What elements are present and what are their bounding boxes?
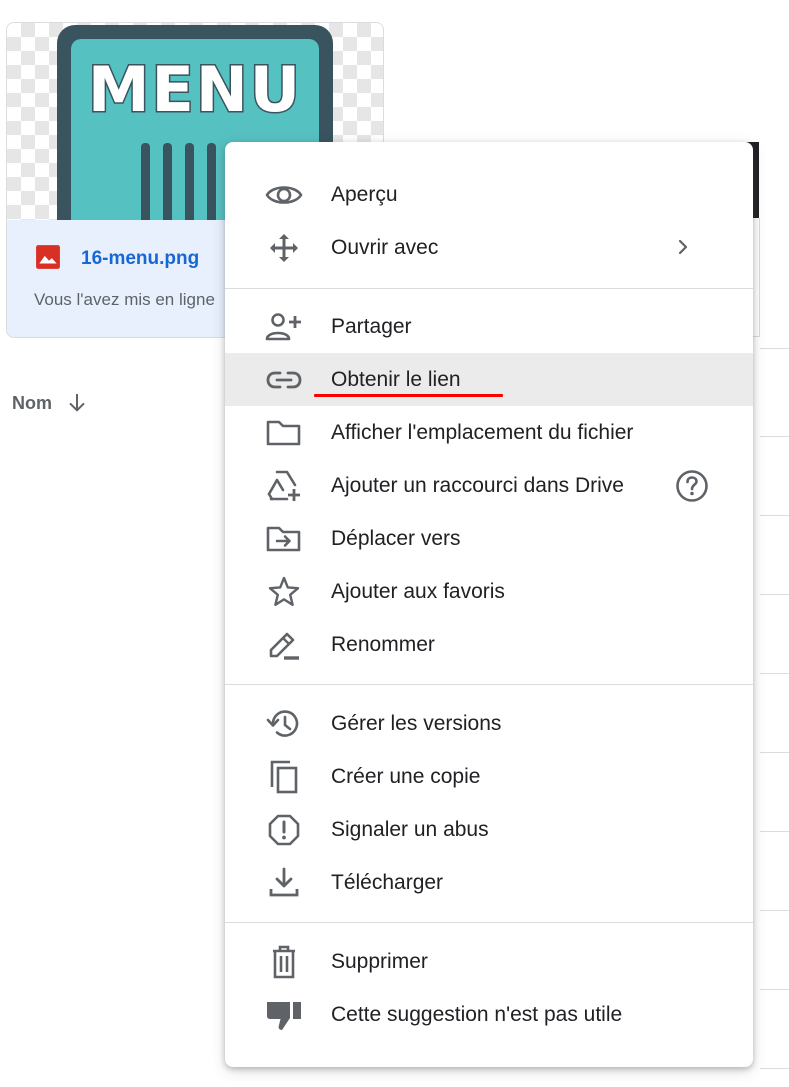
menu-item-manage-versions[interactable]: Gérer les versions [225, 697, 753, 750]
menu-image-text: MENU [86, 52, 303, 128]
thumb-down-icon [265, 1000, 303, 1030]
menu-item-label: Renommer [331, 633, 435, 656]
menu-item-open-with[interactable]: Ouvrir avec [225, 221, 753, 274]
image-file-icon [36, 245, 60, 269]
menu-item-rename[interactable]: Renommer [225, 618, 753, 671]
chevron-right-icon [678, 239, 688, 255]
help-icon[interactable] [675, 469, 709, 503]
drive-shortcut-icon [265, 470, 303, 501]
pencil-icon [265, 630, 303, 660]
folder-icon [265, 418, 303, 448]
menu-item-add-shortcut[interactable]: Ajouter un raccourci dans Drive [225, 459, 753, 512]
menu-item-label: Aperçu [331, 183, 398, 206]
annotation-underline [314, 394, 503, 397]
history-icon [265, 709, 303, 739]
column-name-header[interactable]: Nom [12, 393, 52, 414]
menu-item-label: Signaler un abus [331, 818, 489, 841]
menu-item-label: Partager [331, 315, 412, 338]
menu-item-label: Ajouter un raccourci dans Drive [331, 474, 624, 497]
menu-item-label: Créer une copie [331, 765, 481, 788]
menu-item-delete[interactable]: Supprimer [225, 935, 753, 988]
file-subtitle: Vous l'avez mis en ligne [34, 290, 215, 309]
menu-item-make-copy[interactable]: Créer une copie [225, 750, 753, 803]
menu-item-label: Cette suggestion n'est pas utile [331, 1003, 623, 1026]
menu-item-preview[interactable]: Aperçu [225, 168, 753, 221]
link-icon [265, 365, 303, 395]
move-arrows-icon [265, 233, 303, 263]
report-icon [265, 814, 303, 846]
context-menu: Aperçu Ouvrir avec Partager Obtenir le l… [225, 142, 753, 1067]
drive-screen: MENU 16-menu.png Vous l'avez mis en lign… [0, 0, 789, 1087]
eye-icon [265, 180, 303, 210]
menu-item-share[interactable]: Partager [225, 300, 753, 353]
list-header: Nom [12, 388, 88, 418]
download-icon [265, 867, 303, 898]
menu-item-download[interactable]: Télécharger [225, 856, 753, 909]
menu-item-label: Ouvrir avec [331, 236, 439, 259]
trash-icon [265, 945, 303, 979]
file-name[interactable]: 16-menu.png [81, 248, 199, 270]
menu-item-report-abuse[interactable]: Signaler un abus [225, 803, 753, 856]
star-icon [265, 576, 303, 607]
menu-item-label: Obtenir le lien [331, 368, 461, 391]
person-add-icon [265, 312, 303, 342]
menu-item-label: Ajouter aux favoris [331, 580, 505, 603]
menu-item-label: Télécharger [331, 871, 444, 894]
menu-item-label: Déplacer vers [331, 527, 461, 550]
menu-item-label: Afficher l'emplacement du fichier [331, 421, 634, 444]
menu-item-label: Gérer les versions [331, 712, 502, 735]
menu-item-add-favorite[interactable]: Ajouter aux favoris [225, 565, 753, 618]
move-to-folder-icon [265, 524, 303, 554]
menu-item-not-useful[interactable]: Cette suggestion n'est pas utile [225, 988, 753, 1041]
menu-item-get-link[interactable]: Obtenir le lien [225, 353, 753, 406]
copy-icon [265, 760, 303, 794]
menu-item-label: Supprimer [331, 950, 428, 973]
sort-down-icon[interactable] [66, 392, 88, 414]
menu-item-move-to[interactable]: Déplacer vers [225, 512, 753, 565]
menu-item-show-location[interactable]: Afficher l'emplacement du fichier [225, 406, 753, 459]
